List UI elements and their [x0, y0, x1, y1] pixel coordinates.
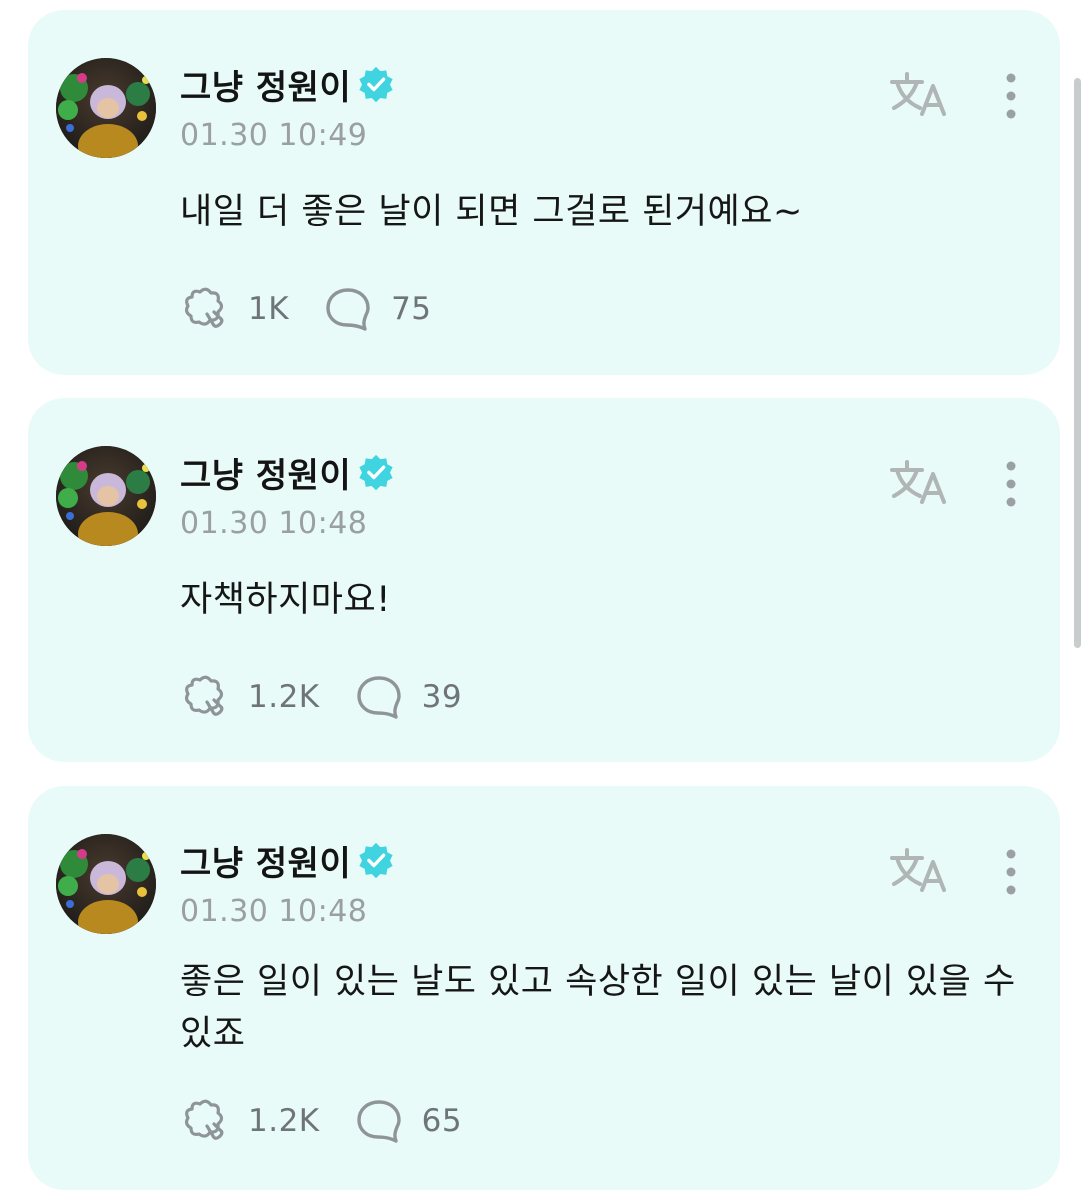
comment-icon — [326, 288, 370, 331]
avatar-image — [56, 58, 156, 158]
verified-badge-icon — [359, 842, 393, 879]
more-vertical-icon — [1006, 461, 1016, 507]
avatar-image — [56, 834, 156, 934]
comment-count: 39 — [421, 679, 463, 715]
like-icon — [184, 675, 224, 716]
comment-count: 75 — [391, 291, 432, 327]
post-text: 자책하지마요! — [180, 580, 391, 620]
avatar-image — [56, 446, 156, 546]
post-text: 좋은 일이 있는 날도 있고 속상한 일이 있는 날이 있을 수 있죠 — [180, 962, 1016, 1054]
like-count: 1K — [248, 291, 290, 327]
more-options-button[interactable] — [996, 458, 1026, 510]
post-timestamp: 01.30 10:48 — [180, 506, 368, 541]
author-row: 그냥 정원이 — [180, 836, 395, 885]
author-name[interactable]: 그냥 정원이 — [180, 448, 351, 497]
like-icon — [184, 1099, 224, 1140]
comment-button[interactable]: 65 — [354, 1096, 462, 1146]
author-row: 그냥 정원이 — [180, 448, 395, 497]
more-vertical-icon — [1006, 73, 1016, 119]
comment-icon — [356, 1100, 401, 1143]
more-options-button[interactable] — [996, 846, 1026, 898]
author-name[interactable]: 그냥 정원이 — [180, 836, 351, 885]
post-actions: 1.2K 65 — [180, 1096, 462, 1146]
post-timestamp: 01.30 10:48 — [180, 894, 368, 929]
like-button[interactable]: 1.2K — [180, 672, 320, 722]
post-text: 내일 더 좋은 날이 되면 그걸로 된거예요~ — [180, 192, 803, 232]
post-actions: 1K 75 — [180, 284, 432, 334]
more-options-button[interactable] — [996, 70, 1026, 122]
comment-icon — [356, 676, 401, 719]
avatar[interactable] — [56, 58, 156, 158]
avatar[interactable] — [56, 834, 156, 934]
more-vertical-icon — [1006, 849, 1016, 895]
post-card[interactable]: 그냥 정원이 01.30 10:49 내일 더 좋은 날이 되면 그걸로 된거예… — [28, 10, 1060, 375]
author-name[interactable]: 그냥 정원이 — [180, 60, 351, 109]
translate-icon — [890, 72, 946, 116]
translate-button[interactable] — [888, 844, 950, 896]
like-count: 1.2K — [248, 1103, 320, 1139]
comment-button[interactable]: 75 — [323, 284, 431, 334]
translate-icon — [890, 460, 946, 504]
comment-button[interactable]: 39 — [354, 672, 462, 722]
post-card[interactable]: 그냥 정원이 01.30 10:48 — [28, 786, 1060, 1190]
post-timestamp: 01.30 10:49 — [180, 118, 368, 153]
translate-icon — [890, 848, 946, 892]
like-icon — [184, 287, 224, 328]
like-button[interactable]: 1K — [180, 284, 289, 334]
verified-badge-icon — [359, 66, 393, 103]
verified-badge-icon — [359, 454, 393, 491]
comment-count: 65 — [421, 1103, 463, 1139]
scrollbar[interactable] — [1074, 78, 1081, 648]
translate-button[interactable] — [888, 456, 950, 508]
post-actions: 1.2K 39 — [180, 672, 462, 722]
like-count: 1.2K — [248, 679, 320, 715]
translate-button[interactable] — [888, 68, 950, 120]
post-feed: 그냥 정원이 01.30 10:49 내일 더 좋은 날이 되면 그걸로 된거예… — [0, 0, 1089, 1200]
author-row: 그냥 정원이 — [180, 60, 395, 109]
avatar[interactable] — [56, 446, 156, 546]
post-card[interactable]: 그냥 정원이 01.30 10:48 — [28, 398, 1060, 762]
like-button[interactable]: 1.2K — [180, 1096, 320, 1146]
